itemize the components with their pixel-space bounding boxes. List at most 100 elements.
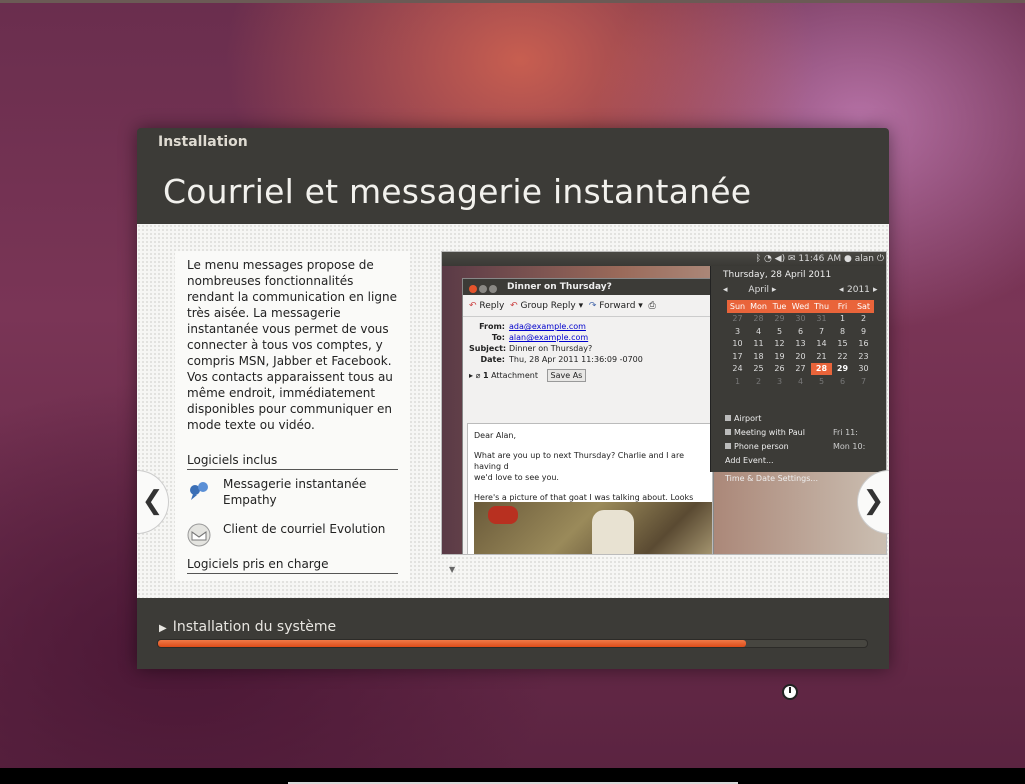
weekday-header: Sat [853,300,874,313]
event-checkbox-icon [725,415,731,421]
calendar-day: 21 [816,351,827,361]
mail-body: Dear Alan, What are you up to next Thurs… [467,423,713,554]
reply-label: Reply [479,301,505,311]
calendar-date: Thursday, 28 April 2011 [723,270,832,280]
previous-slide-button[interactable]: ❮ [137,470,169,534]
print-icon: ⎙ [648,301,656,311]
app-label: Messagerie instantanée Empathy [223,477,367,507]
calendar-day: 27 [732,314,743,324]
calendar-day: 1 [734,376,741,386]
included-software-title: Logiciels inclus [187,453,398,470]
to-link: alan@example.com [509,333,589,342]
calendar-day: 3 [776,376,783,386]
event-time: Fri 11: [833,428,858,437]
calendar-event: Airport [725,414,761,423]
calendar-day: 4 [797,376,804,386]
screen-bottom-bar [0,768,1025,784]
calendar-day: 29 [774,314,785,324]
weekday-header: Wed [790,300,811,313]
add-event-item: Add Event... [725,456,774,465]
subject-key: Subject: [469,344,507,353]
mail-toolbar: ↶ Reply ↶ Group Reply ▾ ↷ Forward ▾ ⎙ [463,295,713,317]
calendar-day: 12 [774,339,785,349]
supported-software-title: Logiciels pris en charge [187,557,398,574]
calendar-day: 30 [858,364,869,374]
calendar-grid: Sun Mon Tue Wed Thu Fri Sat 27 28 29 30 31 1 2 3 4 5 6 7 8… [727,300,874,388]
window-title: Installation [158,134,248,150]
user-icon: ● [844,254,852,264]
attachment-bar: ▸ ⌀ 1 Attachment Save As [463,365,713,386]
mail-headers: From: ada@example.com To: alan@example.com… [463,317,713,365]
calendar-day: 15 [837,339,848,349]
calendar-day: 16 [858,339,869,349]
scroll-down-arrow-icon[interactable]: ▼ [449,565,455,574]
app-empathy: Messagerie instantanée Empathy [187,476,403,508]
attachment-label: Attachment [491,371,538,380]
mail-greeting: Dear Alan, [474,431,517,440]
calendar-day: 26 [774,364,785,374]
forward-label: Forward [599,301,636,311]
app-evolution: Client de courriel Evolution [187,521,403,547]
calendar-day: 20 [795,351,806,361]
panel-clock: 11:46 AM [798,254,842,264]
event-time: Mon 10: [833,442,866,451]
calendar-day: 3 [734,326,741,336]
weekday-header: Thu [811,300,832,313]
weekday-header: Sun [727,300,748,313]
forward-icon: ↷ [588,301,597,311]
calendar-nav: ◂ April ▸ ◂ 2011 ▸ [723,285,883,295]
calendar-day: 23 [858,351,869,361]
time-date-settings-item: Time & Date Settings... [725,474,819,483]
progress-label: Installation du système [172,619,337,635]
slide-content: ❮ Le menu messages propose de nombreuses… [137,224,889,598]
calendar-day: 31 [816,314,827,324]
calendar-day: 6 [839,376,846,386]
slide-heading: Courriel et messagerie instantanée [163,172,752,211]
calendar-day: 5 [818,376,825,386]
busy-cursor-icon [782,684,798,700]
save-as-button: Save As [546,369,587,382]
evolution-icon [187,523,211,547]
calendar-day: 19 [774,351,785,361]
calendar-year: 2011 [847,285,870,295]
paperclip-icon: ⌀ [475,371,481,380]
calendar-day: 13 [795,339,806,349]
calendar-day: 30 [795,314,806,324]
event-name: Meeting with Paul [734,428,805,437]
event-checkbox-icon [725,429,731,435]
progress-fill [158,640,747,647]
slide-screenshot: ᛒ ◔ ◀) ✉ 11:46 AM ● alan ⏻ Dinner on Thu… [441,251,887,555]
empathy-icon [190,482,208,500]
goat-photo [474,502,712,554]
calendar-day: 2 [755,376,762,386]
mail-title: Dinner on Thursday? [507,282,612,292]
group-reply-icon: ↶ [510,301,518,311]
to-key: To: [491,333,505,342]
minimize-icon [479,285,487,293]
prev-month-icon: ◂ [723,285,728,295]
reply-icon: ↶ [469,301,477,311]
event-checkbox-icon [725,443,731,449]
weekday-header: Mon [748,300,769,313]
next-year-icon: ▸ [873,285,878,295]
weekday-header: Tue [769,300,790,313]
weekday-header: Fri [832,300,853,313]
progress-section: ▶ Installation du système [137,598,889,669]
close-icon [469,285,477,293]
mail-line: we'd love to see you. [474,473,559,482]
calendar-day: 18 [753,351,764,361]
calendar-day: 24 [732,364,743,374]
calendar-menu: Thursday, 28 April 2011 ◂ April ▸ ◂ 2011… [710,266,886,483]
calendar-day: 9 [860,326,867,336]
event-name: Airport [734,414,762,423]
calendar-day: 17 [732,351,743,361]
goat [592,510,634,554]
calendar-day: 27 [795,364,806,374]
top-panel: ᛒ ◔ ◀) ✉ 11:46 AM ● alan ⏻ [442,252,886,266]
calendar-day: 2 [860,314,867,324]
date-value: Thu, 28 Apr 2011 11:36:09 -0700 [509,355,643,364]
calendar-day: 5 [776,326,783,336]
group-reply-label: Group Reply [520,301,576,311]
event-name: Phone person [734,442,789,451]
progress-expander[interactable]: ▶ Installation du système [159,619,336,635]
